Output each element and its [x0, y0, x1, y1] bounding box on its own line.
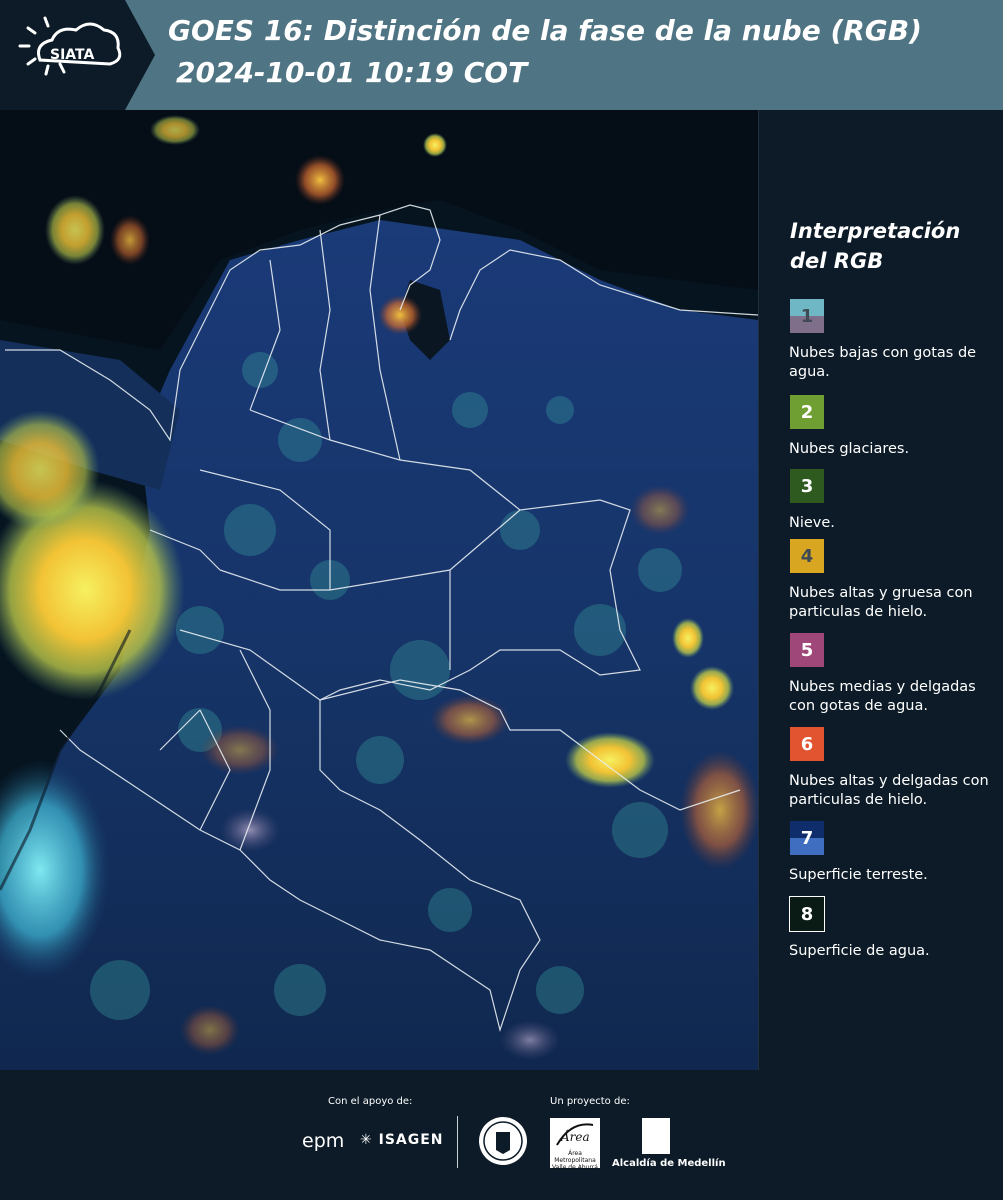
legend-item-6: 6 Nubes altas y delgadas con particulas … — [789, 726, 999, 810]
header-bar: SIATA GOES 16: Distinción de la fase de … — [0, 0, 1003, 110]
legend-label-8: Superficie de agua. — [789, 943, 930, 959]
satellite-map — [0, 110, 758, 1070]
legend-label-7: Superficie terreste. — [789, 867, 928, 883]
support-label: Con el apoyo de: — [328, 1096, 413, 1107]
footer-divider — [457, 1116, 458, 1168]
project-label: Un proyecto de: — [550, 1096, 630, 1107]
map-imagery — [0, 110, 758, 1070]
legend-swatch-4: 4 — [789, 538, 825, 574]
legend-item-4: 4 Nubes altas y gruesa con particulas de… — [789, 538, 999, 622]
legend-title: Interpretación del RGB — [790, 219, 961, 273]
alcaldia-crest-icon — [642, 1118, 670, 1154]
legend-item-1: 1 Nubes bajas con gotas de agua. — [789, 298, 999, 382]
legend-item-2: 2 Nubes glaciares. — [789, 394, 999, 459]
area-swoosh-icon: Área — [556, 1123, 594, 1146]
legend-item-7: 7 Superficie terreste. — [789, 820, 999, 885]
isagen-star-icon: ✳ — [360, 1132, 379, 1148]
area-logo-text: Área Metropolitana Valle de Aburrá — [552, 1150, 598, 1171]
legend-item-3: 3 Nieve. — [789, 468, 999, 533]
legend-swatch-2: 2 — [789, 394, 825, 430]
legend-label-2: Nubes glaciares. — [789, 441, 910, 457]
siata-logo: SIATA — [0, 0, 155, 110]
epm-logo: epm — [302, 1130, 345, 1152]
legend-swatch-6: 6 — [789, 726, 825, 762]
legend-label-4: Nubes altas y gruesa con particulas de h… — [789, 585, 973, 620]
title-product: GOES 16: Distinción de la fase de la nub… — [168, 14, 922, 47]
legend-label-3: Nieve. — [789, 515, 835, 531]
university-seal-icon — [479, 1117, 527, 1165]
legend-label-1: Nubes bajas con gotas de agua. — [789, 345, 977, 380]
footer-bar: Con el apoyo de: Un proyecto de: epm ✳ I… — [0, 1070, 1003, 1200]
title-timestamp: 2024-10-01 10:19 COT — [176, 56, 528, 89]
legend-item-8: 8 Superficie de agua. — [789, 896, 999, 961]
legend-swatch-7: 7 — [789, 820, 825, 856]
svg-text:Área: Área — [560, 1129, 590, 1144]
legend-swatch-3: 3 — [789, 468, 825, 504]
legend-label-5: Nubes medias y delgadas con gotas de agu… — [789, 679, 976, 714]
legend-swatch-5: 5 — [789, 632, 825, 668]
logo-text: SIATA — [50, 47, 95, 63]
isagen-logo: ✳ ISAGEN — [360, 1132, 444, 1148]
legend-swatch-1: 1 — [789, 298, 825, 334]
legend-item-5: 5 Nubes medias y delgadas con gotas de a… — [789, 632, 999, 716]
legend-panel: Interpretación del RGB 1 Nubes bajas con… — [758, 110, 1003, 1070]
alcaldia-label: Alcaldía de Medellín — [612, 1158, 726, 1169]
legend-label-6: Nubes altas y delgadas con particulas de… — [789, 773, 989, 808]
legend-swatch-8: 8 — [789, 896, 825, 932]
